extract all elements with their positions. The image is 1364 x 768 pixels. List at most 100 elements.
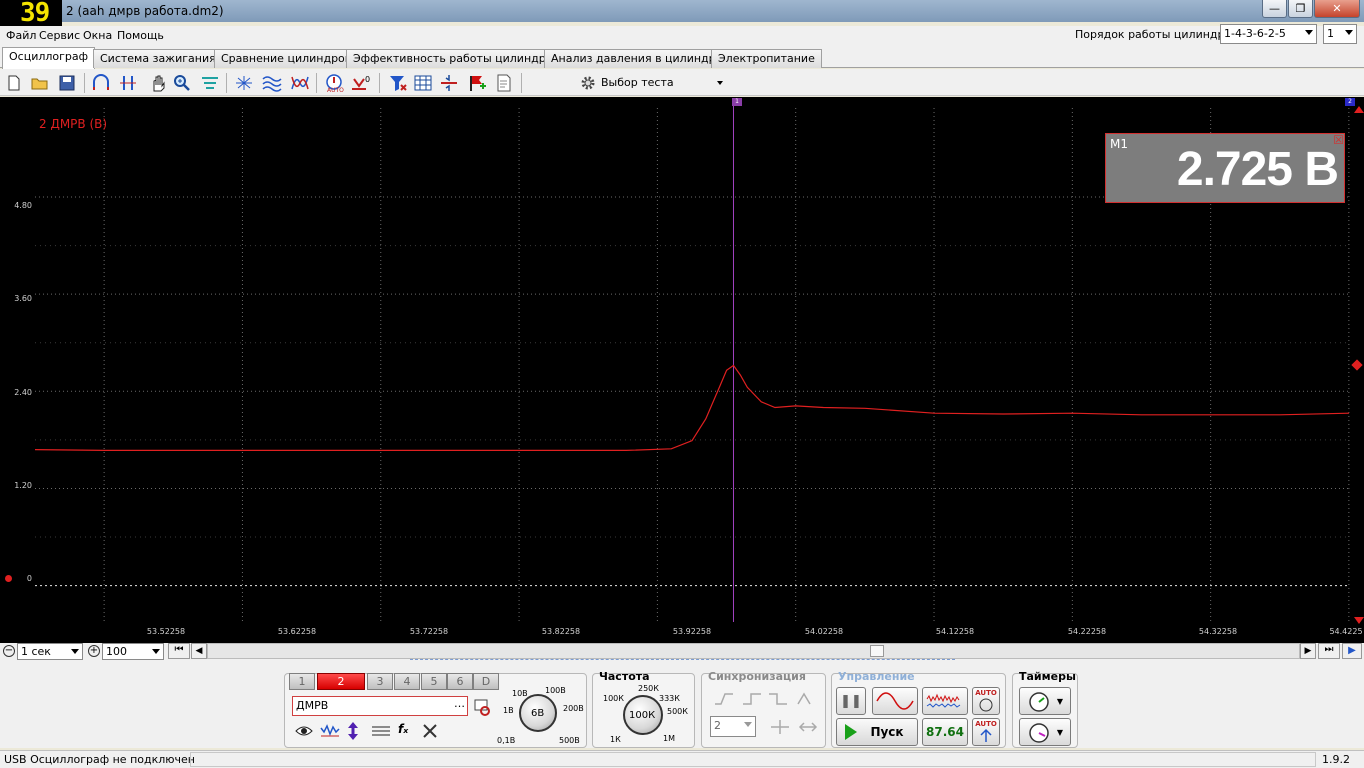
channel-button-3[interactable]: 3: [367, 673, 393, 690]
channel-button-2[interactable]: 2: [317, 673, 365, 690]
timebase-row: − 1 сек + 100 ⏮ ◀ ▶ ⏭ ▶: [0, 643, 1364, 662]
channel-button-6[interactable]: 6: [447, 673, 473, 690]
scroll-right-button[interactable]: ▶: [1300, 643, 1316, 659]
cursor-2-marker[interactable]: 2: [1345, 98, 1355, 106]
continuous-mode-button[interactable]: [922, 687, 968, 715]
play-forward-button[interactable]: ▶: [1342, 643, 1362, 659]
minimize-button[interactable]: —: [1262, 0, 1287, 18]
scroll-left-button[interactable]: ◀: [191, 643, 207, 659]
open-folder-icon[interactable]: [30, 73, 50, 93]
tab-oscilloscope[interactable]: Осциллограф: [2, 47, 96, 69]
save-icon[interactable]: [57, 73, 77, 93]
menu-help[interactable]: Помощь: [117, 29, 164, 42]
waveform-invert-icon[interactable]: [320, 722, 340, 743]
timer-2-button[interactable]: ▼: [1019, 718, 1071, 746]
zero-icon[interactable]: 0: [351, 73, 371, 93]
pause-button[interactable]: ❚❚: [836, 687, 866, 715]
channel-button-digital[interactable]: D: [473, 673, 499, 690]
control-title: Управление: [838, 670, 915, 683]
chevron-down-icon: [71, 649, 79, 654]
waves-icon[interactable]: [262, 73, 282, 93]
tab-ignition[interactable]: Система зажигания: [93, 49, 223, 68]
cylinder-order-label: Порядок работы цилиндров: [1075, 28, 1238, 41]
channel-button-5[interactable]: 5: [421, 673, 447, 690]
plus-icon[interactable]: +: [88, 645, 100, 657]
sync-rising-step-icon[interactable]: [742, 690, 762, 711]
notes-icon[interactable]: [494, 73, 514, 93]
sync-level-icon[interactable]: [770, 718, 790, 739]
split-icon[interactable]: [439, 73, 459, 93]
close-icon[interactable]: ☒: [1333, 133, 1344, 147]
oscilloscope-view[interactable]: 4.80 3.60 2.40 1.20 0 53.52258 53.62258 …: [0, 97, 1364, 643]
rate-display[interactable]: 87.64: [922, 718, 968, 746]
new-file-icon[interactable]: [4, 73, 24, 93]
minus-icon[interactable]: −: [3, 645, 15, 657]
start-label: Пуск: [870, 725, 904, 739]
channel-panel: 1 2 3 4 5 6 D ДМРВ … fₓ 6В 10В 100В 1В 20…: [284, 673, 587, 748]
scroll-up-icon[interactable]: [1354, 106, 1364, 113]
cylinder-order-select[interactable]: 1-4-3-6-2-5: [1220, 24, 1317, 44]
sync-panel: Синхронизация 2: [701, 670, 826, 748]
cylinder-spin-input[interactable]: 1: [1323, 24, 1357, 44]
measurement-box[interactable]: M1 2.725 В ☒: [1105, 133, 1345, 203]
single-mode-button[interactable]: [872, 687, 918, 715]
timebase-select[interactable]: 1 сек: [17, 643, 83, 660]
tab-power-supply[interactable]: Электропитание: [711, 49, 822, 68]
sensor-name-value: ДМРВ: [296, 699, 329, 712]
scroll-down-icon[interactable]: [1354, 617, 1364, 624]
menu-service[interactable]: Сервис: [39, 29, 80, 42]
channel-zero-marker[interactable]: [5, 575, 12, 582]
function-icon[interactable]: fₓ: [398, 722, 408, 736]
sync-arrows-icon[interactable]: [798, 718, 818, 739]
test-select[interactable]: Выбор теста: [577, 72, 729, 94]
title-bar: 2 (aah дмрв работа.dm2) — ❐ ✕: [0, 0, 1364, 22]
frequency-label: 250К: [638, 684, 659, 693]
cursor-trigger-icon[interactable]: [91, 73, 111, 93]
sync-auto-icon[interactable]: [796, 690, 816, 711]
channel-button-1[interactable]: 1: [289, 673, 315, 690]
menu-windows[interactable]: Окна: [83, 29, 112, 42]
lines-icon[interactable]: [371, 723, 391, 742]
sync-channel-select[interactable]: 2: [710, 716, 756, 737]
auto-scale-button[interactable]: AUTO: [972, 718, 1000, 746]
x-tick-label: 54.32258: [1198, 627, 1238, 636]
tab-cylinder-compare[interactable]: Сравнение цилиндров: [214, 49, 359, 68]
range-knob-value: 6В: [531, 708, 545, 719]
filter-funnel-icon[interactable]: [388, 73, 408, 93]
scrollbar-thumb[interactable]: [870, 645, 884, 657]
channel-button-4[interactable]: 4: [394, 673, 420, 690]
tools-icon[interactable]: [421, 722, 439, 743]
go-start-button[interactable]: ⏮: [168, 643, 190, 659]
auto-trigger-button[interactable]: AUTO: [972, 687, 1000, 715]
spectrum-icon[interactable]: [234, 73, 254, 93]
sync-falling-step-icon[interactable]: [768, 690, 788, 711]
lissajous-icon[interactable]: [290, 73, 310, 93]
flag-icon[interactable]: [467, 73, 487, 93]
timer-1-button[interactable]: ▼: [1019, 687, 1071, 715]
sensor-name-input[interactable]: ДМРВ …: [292, 696, 468, 716]
auto-icon[interactable]: AUTO: [324, 73, 344, 93]
more-icon[interactable]: …: [454, 697, 465, 710]
close-window-button[interactable]: ✕: [1314, 0, 1360, 18]
zoom-icon[interactable]: [172, 73, 192, 93]
time-scrollbar[interactable]: [207, 643, 1300, 659]
frequency-label: 100К: [603, 694, 624, 703]
filter-icon[interactable]: [200, 73, 220, 93]
go-end-button[interactable]: ⏭: [1318, 643, 1340, 659]
sensor-config-icon[interactable]: [473, 698, 491, 719]
hand-pan-icon[interactable]: [148, 73, 168, 93]
eye-icon[interactable]: [295, 724, 313, 741]
noise-wave-icon: [926, 693, 961, 708]
tab-cylinder-pressure[interactable]: Анализ давления в цилиндре: [544, 49, 730, 68]
vertical-move-icon[interactable]: [345, 721, 361, 744]
x-tick-label: 54.02258: [804, 627, 844, 636]
zoom-select[interactable]: 100: [102, 643, 164, 660]
maximize-button[interactable]: ❐: [1288, 0, 1313, 18]
cursor-1-marker[interactable]: 1: [732, 98, 742, 106]
menu-file[interactable]: Файл: [6, 29, 36, 42]
cursor-measure-icon[interactable]: [118, 73, 138, 93]
sync-rising-edge-icon[interactable]: [714, 690, 734, 711]
grid-icon[interactable]: [413, 73, 433, 93]
start-button[interactable]: Пуск: [836, 718, 918, 746]
tab-cylinder-efficiency[interactable]: Эффективность работы цилиндров: [346, 49, 566, 68]
